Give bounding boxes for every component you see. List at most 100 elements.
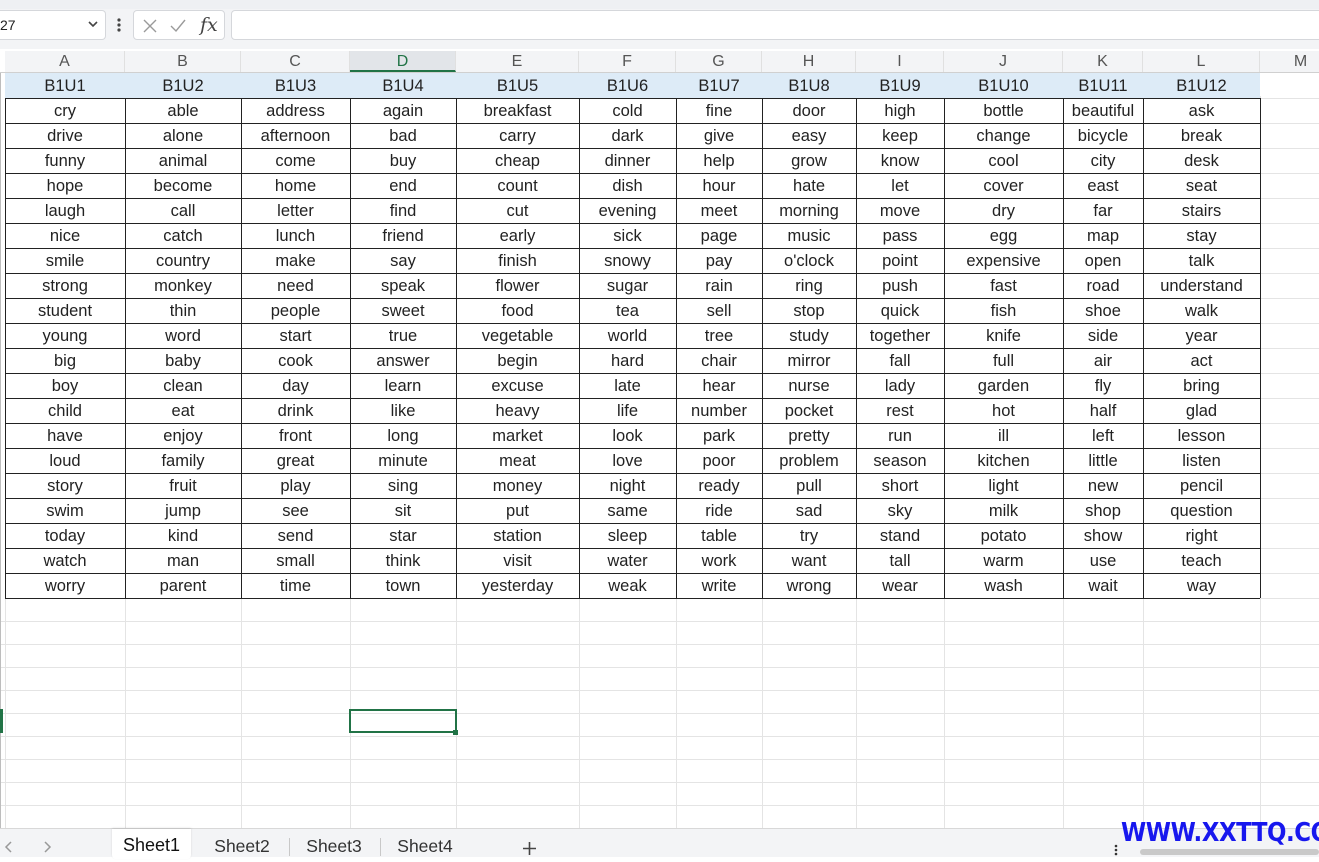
table-cell[interactable]: call bbox=[125, 198, 241, 223]
table-cell[interactable]: true bbox=[350, 323, 456, 348]
table-cell[interactable]: sell bbox=[676, 298, 762, 323]
table-cell[interactable]: pocket bbox=[762, 398, 856, 423]
table-cell[interactable]: see bbox=[241, 498, 350, 523]
table-cell[interactable]: life bbox=[579, 398, 676, 423]
table-cell[interactable]: far bbox=[1063, 198, 1143, 223]
table-cell[interactable]: say bbox=[350, 248, 456, 273]
table-cell[interactable]: egg bbox=[944, 223, 1063, 248]
table-cell[interactable]: page bbox=[676, 223, 762, 248]
table-cell[interactable]: sick bbox=[579, 223, 676, 248]
table-cell[interactable]: drive bbox=[5, 123, 125, 148]
table-cell[interactable]: desk bbox=[1143, 148, 1260, 173]
table-cell[interactable]: side bbox=[1063, 323, 1143, 348]
table-header-cell[interactable]: B1U1 bbox=[5, 73, 125, 98]
table-cell[interactable]: open bbox=[1063, 248, 1143, 273]
column-header-a[interactable]: A bbox=[5, 51, 125, 72]
table-cell[interactable]: small bbox=[241, 548, 350, 573]
table-cell[interactable]: sweet bbox=[350, 298, 456, 323]
name-box[interactable]: 27 bbox=[0, 10, 106, 40]
table-cell[interactable]: sugar bbox=[579, 273, 676, 298]
table-cell[interactable]: weak bbox=[579, 573, 676, 598]
table-cell[interactable]: begin bbox=[456, 348, 579, 373]
table-cell[interactable]: love bbox=[579, 448, 676, 473]
table-cell[interactable]: kind bbox=[125, 523, 241, 548]
table-cell[interactable]: city bbox=[1063, 148, 1143, 173]
selected-cell[interactable] bbox=[349, 709, 457, 733]
table-cell[interactable]: time bbox=[241, 573, 350, 598]
table-cell[interactable]: ill bbox=[944, 423, 1063, 448]
table-cell[interactable]: new bbox=[1063, 473, 1143, 498]
table-cell[interactable]: evening bbox=[579, 198, 676, 223]
table-cell[interactable]: beautiful bbox=[1063, 98, 1143, 123]
table-cell[interactable]: story bbox=[5, 473, 125, 498]
table-cell[interactable]: listen bbox=[1143, 448, 1260, 473]
table-cell[interactable]: sit bbox=[350, 498, 456, 523]
table-cell[interactable]: dark bbox=[579, 123, 676, 148]
fill-handle[interactable] bbox=[453, 730, 458, 735]
table-cell[interactable]: vegetable bbox=[456, 323, 579, 348]
table-cell[interactable]: water bbox=[579, 548, 676, 573]
table-cell[interactable]: tall bbox=[856, 548, 944, 573]
table-cell[interactable]: wait bbox=[1063, 573, 1143, 598]
table-cell[interactable]: light bbox=[944, 473, 1063, 498]
table-cell[interactable]: excuse bbox=[456, 373, 579, 398]
table-cell[interactable]: loud bbox=[5, 448, 125, 473]
table-cell[interactable]: letter bbox=[241, 198, 350, 223]
table-cell[interactable]: man bbox=[125, 548, 241, 573]
table-cell[interactable]: shop bbox=[1063, 498, 1143, 523]
table-cell[interactable]: drink bbox=[241, 398, 350, 423]
column-header-b[interactable]: B bbox=[125, 51, 241, 72]
table-cell[interactable]: hear bbox=[676, 373, 762, 398]
table-cell[interactable]: dish bbox=[579, 173, 676, 198]
table-cell[interactable]: push bbox=[856, 273, 944, 298]
table-cell[interactable]: chair bbox=[676, 348, 762, 373]
table-cell[interactable]: flower bbox=[456, 273, 579, 298]
table-cell[interactable]: same bbox=[579, 498, 676, 523]
column-header-c[interactable]: C bbox=[241, 51, 350, 72]
table-cell[interactable]: high bbox=[856, 98, 944, 123]
table-cell[interactable]: way bbox=[1143, 573, 1260, 598]
table-cell[interactable]: bring bbox=[1143, 373, 1260, 398]
table-cell[interactable]: early bbox=[456, 223, 579, 248]
table-cell[interactable]: long bbox=[350, 423, 456, 448]
table-cell[interactable]: study bbox=[762, 323, 856, 348]
table-cell[interactable]: grow bbox=[762, 148, 856, 173]
table-cell[interactable]: cook bbox=[241, 348, 350, 373]
table-cell[interactable]: sad bbox=[762, 498, 856, 523]
table-cell[interactable]: stand bbox=[856, 523, 944, 548]
table-cell[interactable]: use bbox=[1063, 548, 1143, 573]
column-header-i[interactable]: I bbox=[856, 51, 944, 72]
table-cell[interactable]: night bbox=[579, 473, 676, 498]
table-cell[interactable]: catch bbox=[125, 223, 241, 248]
table-cell[interactable]: friend bbox=[350, 223, 456, 248]
table-cell[interactable]: enjoy bbox=[125, 423, 241, 448]
table-header-cell[interactable]: B1U4 bbox=[350, 73, 456, 98]
table-cell[interactable]: become bbox=[125, 173, 241, 198]
table-cell[interactable]: great bbox=[241, 448, 350, 473]
table-cell[interactable]: minute bbox=[350, 448, 456, 473]
table-cell[interactable]: day bbox=[241, 373, 350, 398]
table-cell[interactable]: wear bbox=[856, 573, 944, 598]
table-cell[interactable]: ready bbox=[676, 473, 762, 498]
table-cell[interactable]: walk bbox=[1143, 298, 1260, 323]
table-cell[interactable]: hope bbox=[5, 173, 125, 198]
table-cell[interactable]: know bbox=[856, 148, 944, 173]
table-cell[interactable]: move bbox=[856, 198, 944, 223]
table-cell[interactable]: stop bbox=[762, 298, 856, 323]
table-cell[interactable]: together bbox=[856, 323, 944, 348]
table-cell[interactable]: number bbox=[676, 398, 762, 423]
table-cell[interactable]: worry bbox=[5, 573, 125, 598]
column-header-h[interactable]: H bbox=[762, 51, 856, 72]
table-header-cell[interactable]: B1U10 bbox=[944, 73, 1063, 98]
table-cell[interactable]: end bbox=[350, 173, 456, 198]
table-cell[interactable]: play bbox=[241, 473, 350, 498]
table-cell[interactable]: work bbox=[676, 548, 762, 573]
table-header-cell[interactable]: B1U11 bbox=[1063, 73, 1143, 98]
table-cell[interactable]: animal bbox=[125, 148, 241, 173]
table-cell[interactable]: strong bbox=[5, 273, 125, 298]
add-sheet-icon[interactable] bbox=[521, 840, 538, 857]
table-cell[interactable]: funny bbox=[5, 148, 125, 173]
table-cell[interactable]: tree bbox=[676, 323, 762, 348]
table-cell[interactable]: wash bbox=[944, 573, 1063, 598]
table-cell[interactable]: make bbox=[241, 248, 350, 273]
